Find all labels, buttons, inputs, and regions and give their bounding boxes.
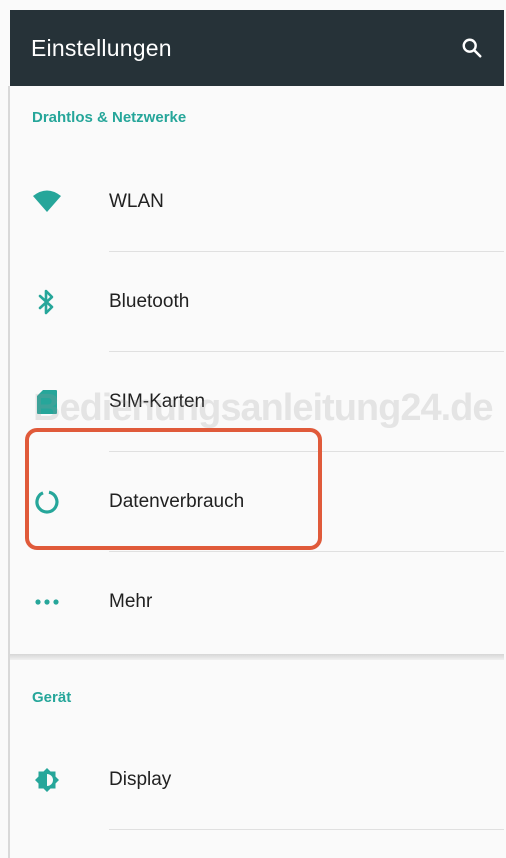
search-icon [462,38,482,58]
section-header-device: Gerät [32,689,72,706]
settings-item-label: Datenverbrauch [109,491,245,512]
search-button[interactable] [458,34,486,62]
sim-card-icon [32,387,62,417]
bluetooth-icon [32,287,62,317]
settings-item-bluetooth[interactable]: Bluetooth [10,252,504,352]
settings-item-sim-cards[interactable]: SIM-Karten [10,352,504,452]
settings-item-label: Display [109,769,172,790]
app-bar-title: Einstellungen [31,34,172,61]
section-divider [10,654,504,660]
settings-screen: Einstellungen Drahtlos & Netzwerke WLAN [0,0,506,858]
settings-item-data-usage[interactable]: Datenverbrauch [10,452,504,552]
display-brightness-icon [32,765,62,795]
section-header-wireless: Drahtlos & Netzwerke [32,109,187,126]
settings-item-wlan[interactable]: WLAN [10,152,504,252]
wifi-icon [32,187,62,217]
settings-item-label: Mehr [109,591,153,612]
settings-item-display[interactable]: Display [10,730,504,830]
settings-item-label: SIM-Karten [109,391,206,412]
app-bar: Einstellungen [10,10,504,86]
settings-item-label: WLAN [109,191,164,212]
data-usage-icon [32,487,62,517]
settings-list: Drahtlos & Netzwerke WLAN Bluetooth SIM-… [10,86,504,858]
settings-item-more[interactable]: Mehr [10,552,504,652]
divider [109,829,504,830]
settings-item-label: Bluetooth [109,291,190,312]
more-dots-icon [32,587,62,617]
